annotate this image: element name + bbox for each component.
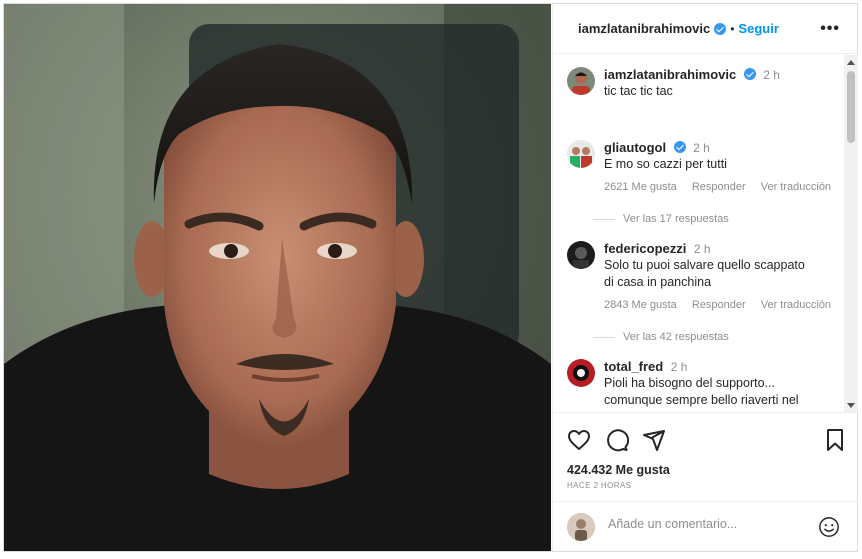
view-replies-button[interactable]: Ver las 42 respuestas [593,331,729,343]
replies-divider [593,336,615,338]
scroll-thumb[interactable] [847,71,855,143]
view-replies-button[interactable]: Ver las 17 respuestas [593,213,729,225]
post-window: iamzlatanibrahimovic • Seguir ••• iamzla… [3,3,858,552]
replies-divider [593,218,615,220]
avatar[interactable] [567,67,595,95]
post-header: iamzlatanibrahimovic • Seguir ••• [553,4,858,54]
comment-username[interactable]: gliautogol [604,140,666,155]
post-side-panel: iamzlatanibrahimovic • Seguir ••• iamzla… [552,4,858,551]
likes-count[interactable]: 424.432 Me gusta [567,463,670,477]
translate-button[interactable]: Ver traducción [761,299,831,311]
comment-username[interactable]: total_fred [604,359,663,374]
share-icon[interactable] [642,428,666,452]
verified-badge-icon [714,22,727,35]
reply-button[interactable]: Responder [692,181,746,193]
heart-icon[interactable] [567,428,591,452]
verified-badge-icon [743,68,756,80]
comment-likes[interactable]: 2621 Me gusta [604,181,677,193]
comment-time[interactable]: 2 h [693,141,710,155]
verified-badge-icon [673,141,686,153]
separator-dot: • [730,21,735,36]
current-user-avatar[interactable] [567,513,595,541]
scroll-up-arrow-icon[interactable] [847,60,855,65]
view-replies-label[interactable]: Ver las 42 respuestas [623,331,729,343]
comment-time[interactable]: 2 h [694,242,711,256]
add-comment-bar [553,501,858,551]
comment-meta: 2843 Me gusta Responder Ver traducción [604,299,831,311]
comment-body: federicopezzi 2 h Solo tu puoi salvare q… [604,241,831,311]
smile-icon[interactable] [818,516,840,538]
post-photo [4,4,551,551]
portrait-image [4,4,551,551]
avatar[interactable] [567,359,595,387]
caption-time[interactable]: 2 h [763,68,780,82]
bookmark-icon[interactable] [823,428,847,452]
comment-username[interactable]: federicopezzi [604,241,686,256]
caption-username[interactable]: iamzlatanibrahimovic [604,67,736,82]
comment-icon[interactable] [605,428,629,452]
author-username[interactable]: iamzlatanibrahimovic [578,21,710,36]
post-actions: 424.432 Me gusta HACE 2 HORAS [553,414,858,514]
comment-input[interactable] [608,517,808,531]
comment-body: total_fred 2 h Pioli ha bisogno del supp… [604,359,814,409]
caption-body: iamzlatanibrahimovic 2 h tic tac tic tac [604,67,814,100]
comment-likes[interactable]: 2843 Me gusta [604,299,677,311]
comments-list[interactable]: iamzlatanibrahimovic 2 h tic tac tic tac [553,55,858,413]
comment-meta: 2621 Me gusta Responder Ver traducción [604,181,831,193]
scroll-down-arrow-icon[interactable] [847,403,855,408]
comment-text: Pioli ha bisogno del supporto... comunqu… [604,376,799,407]
more-options-icon[interactable]: ••• [820,20,840,38]
avatar[interactable] [567,140,595,168]
avatar[interactable] [567,241,595,269]
translate-button[interactable]: Ver traducción [761,181,831,193]
follow-button[interactable]: Seguir [738,21,778,36]
reply-button[interactable]: Responder [692,299,746,311]
caption-text: tic tac tic tac [604,84,673,98]
comment-time[interactable]: 2 h [671,360,688,374]
comment-text: Solo tu puoi salvare quello scappato di … [604,258,805,289]
post-time-ago[interactable]: HACE 2 HORAS [567,481,631,490]
comments-scrollbar[interactable] [844,55,858,412]
view-replies-label[interactable]: Ver las 17 respuestas [623,213,729,225]
comment-text: E mo so cazzi per tutti [604,157,727,171]
comment-body: gliautogol 2 h E mo so cazzi per tutti 2… [604,140,831,193]
